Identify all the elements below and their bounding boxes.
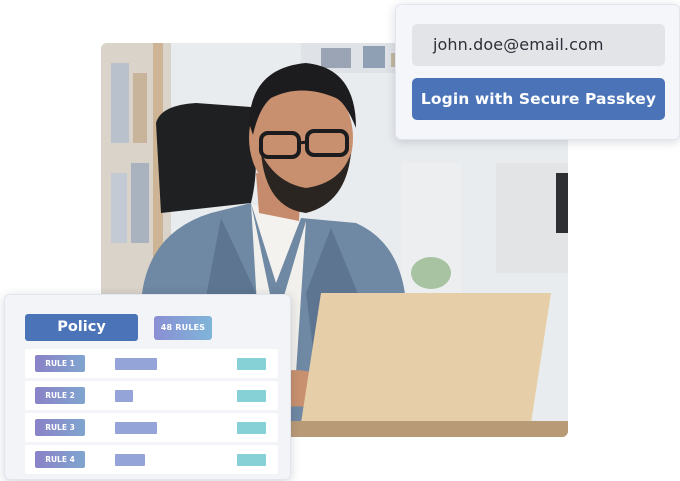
rule-label: RULE 3 [35, 419, 85, 436]
rule-row[interactable]: RULE 1 [25, 349, 278, 378]
rule-status-indicator [237, 454, 266, 466]
rule-label: RULE 2 [35, 387, 85, 404]
rule-label: RULE 4 [35, 451, 85, 468]
email-field[interactable]: john.doe@email.com [412, 24, 665, 66]
rule-row[interactable]: RULE 4 [25, 445, 278, 474]
rule-status-indicator [237, 390, 266, 402]
rule-status-indicator [237, 358, 266, 370]
rule-bar [115, 390, 133, 402]
rule-status-indicator [237, 422, 266, 434]
rule-bar [115, 358, 157, 370]
policy-card: Policy 48 RULES RULE 1 RULE 2 RULE 3 RUL… [4, 294, 291, 480]
rule-row[interactable]: RULE 2 [25, 381, 278, 410]
rules-count-badge: 48 RULES [154, 316, 212, 340]
policy-title[interactable]: Policy [25, 314, 138, 341]
rule-label: RULE 1 [35, 355, 85, 372]
rule-row[interactable]: RULE 3 [25, 413, 278, 442]
rule-bar [115, 454, 145, 466]
rule-bar [115, 422, 157, 434]
login-passkey-button[interactable]: Login with Secure Passkey [412, 78, 665, 120]
login-card: john.doe@email.com Login with Secure Pas… [395, 4, 680, 140]
